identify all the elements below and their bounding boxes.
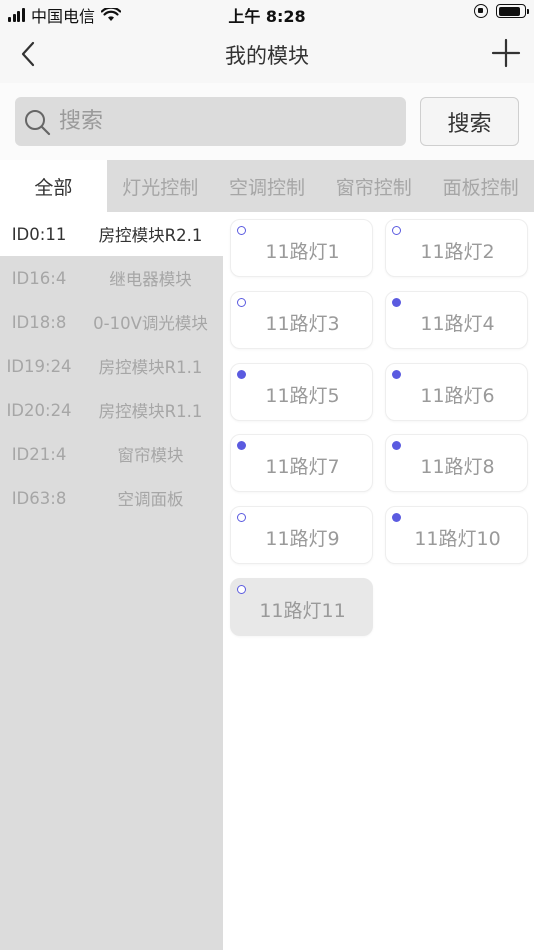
light-card[interactable]: 11路灯1 (230, 219, 373, 277)
light-card[interactable]: 11路灯9 (230, 506, 373, 564)
module-name: 窗帘模块 (117, 446, 184, 465)
light-label: 11路灯2 (420, 240, 495, 263)
module-item[interactable]: ID0:11 房控模块R2.1 (0, 212, 223, 256)
module-item[interactable]: ID63:8 空调面板 (0, 476, 223, 520)
module-item[interactable]: ID20:24 房控模块R1.1 (0, 388, 223, 432)
module-name: 空调面板 (117, 490, 184, 509)
status-bar: 中国电信 上午 8:28 (0, 0, 534, 26)
tab-all[interactable]: 全部 (0, 160, 107, 212)
module-name: 房控模块R1.1 (98, 402, 203, 421)
status-time: 上午 8:28 (228, 7, 306, 26)
module-id: ID0:11 (11, 224, 67, 244)
tab-lighting[interactable]: 灯光控制 (107, 160, 214, 212)
search-field[interactable] (15, 97, 406, 146)
module-id: ID21:4 (11, 444, 67, 464)
plus-icon[interactable] (490, 37, 522, 69)
module-name: 房控模块R1.1 (98, 358, 203, 377)
orientation-lock-icon (474, 4, 488, 18)
module-item[interactable]: ID21:4 窗帘模块 (0, 432, 223, 476)
tab-aircon[interactable]: 空调控制 (214, 160, 321, 212)
light-label: 11路灯3 (265, 312, 340, 335)
light-label: 11路灯8 (420, 455, 495, 478)
light-label: 11路灯7 (265, 455, 340, 478)
light-card[interactable]: 11路灯6 (385, 363, 528, 421)
light-card[interactable]: 11路灯4 (385, 291, 528, 349)
module-id: ID20:24 (6, 400, 72, 420)
module-name: 0-10V调光模块 (93, 314, 208, 333)
light-card[interactable]: 11路灯10 (385, 506, 528, 564)
tab-panel[interactable]: 面板控制 (427, 160, 534, 212)
tab-curtain[interactable]: 窗帘控制 (320, 160, 427, 212)
light-card[interactable]: 11路灯8 (385, 434, 528, 492)
module-item[interactable]: ID18:8 0-10V调光模块 (0, 300, 223, 344)
module-id: ID19:24 (6, 356, 72, 376)
status-right (474, 4, 529, 18)
search-bar: 搜索 (0, 83, 534, 160)
battery-icon (496, 4, 529, 18)
nav-bar: 我的模块 (0, 26, 534, 83)
light-card[interactable]: 11路灯11 (230, 578, 373, 636)
light-card[interactable]: 11路灯5 (230, 363, 373, 421)
search-button[interactable]: 搜索 (420, 97, 519, 146)
light-card[interactable]: 11路灯7 (230, 434, 373, 492)
page-title: 我的模块 (225, 44, 309, 68)
light-label: 11路灯10 (414, 527, 501, 550)
light-label: 11路灯6 (420, 384, 495, 407)
category-tabs: 全部 灯光控制 空调控制 窗帘控制 面板控制 (0, 160, 534, 212)
module-name: 继电器模块 (109, 270, 192, 289)
light-label: 11路灯11 (259, 599, 346, 622)
light-label: 11路灯9 (265, 527, 340, 550)
search-input[interactable] (59, 109, 379, 134)
light-card[interactable]: 11路灯3 (230, 291, 373, 349)
module-item[interactable]: ID16:4 继电器模块 (0, 256, 223, 300)
light-label: 11路灯4 (420, 312, 495, 335)
light-grid: 11路灯1 11路灯2 11路灯3 11路灯4 11路灯5 11路灯6 11路灯… (223, 212, 534, 950)
light-label: 11路灯1 (265, 240, 340, 263)
module-item[interactable]: ID19:24 房控模块R1.1 (0, 344, 223, 388)
module-id: ID63:8 (11, 488, 67, 508)
search-icon (25, 109, 51, 135)
module-name: 房控模块R2.1 (98, 226, 203, 245)
module-id: ID18:8 (11, 312, 67, 332)
module-list: ID0:11 房控模块R2.1 ID16:4 继电器模块 ID18:8 0-10… (0, 212, 223, 950)
module-id: ID16:4 (11, 268, 67, 288)
light-card[interactable]: 11路灯2 (385, 219, 528, 277)
light-label: 11路灯5 (265, 384, 340, 407)
